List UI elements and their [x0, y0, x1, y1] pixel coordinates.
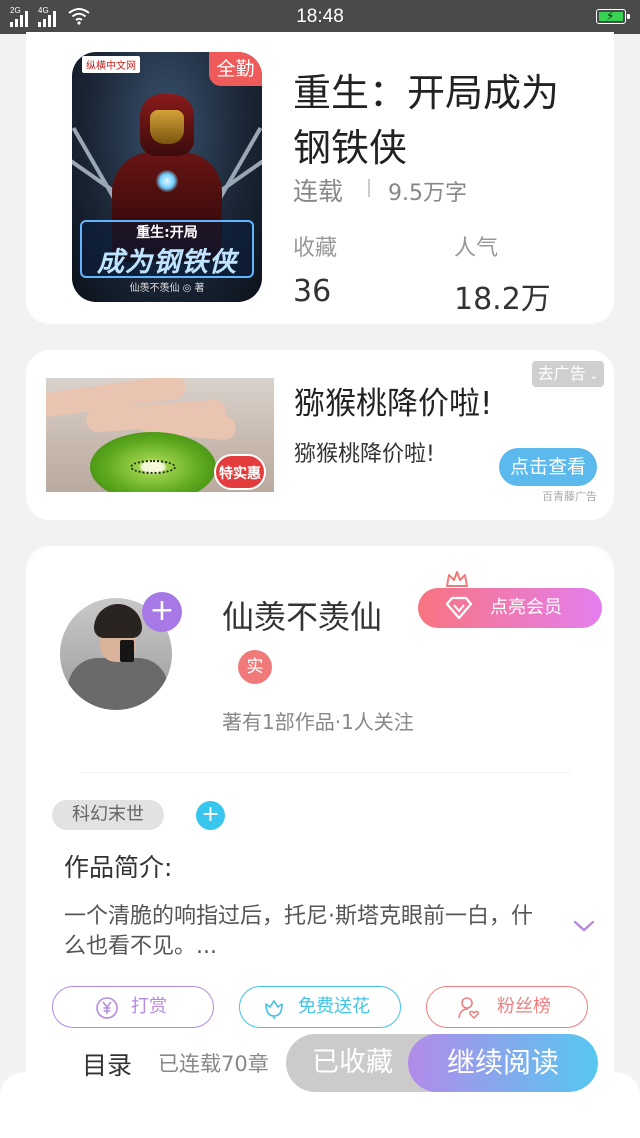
add-tag-icon[interactable]: + — [196, 801, 225, 830]
tip-button[interactable]: 打赏 — [52, 986, 214, 1028]
author-work-card: + 仙羡不羡仙 实 点亮会员 著有1部作品·1人关注 科幻末世 + 作品简介: … — [26, 546, 614, 1106]
author-name[interactable]: 仙羡不羡仙 — [222, 592, 382, 638]
status-time: 18:48 — [296, 6, 344, 27]
remove-ad-label: 去广告 — [537, 364, 586, 383]
bottom-action-bar: 目录 已连载70章 已收藏 继续阅读 — [46, 1034, 598, 1092]
chevron-down-icon: ⌄ — [585, 369, 599, 382]
fan-ranking-button[interactable]: 粉丝榜 — [426, 986, 588, 1028]
follow-plus-icon[interactable]: + — [142, 592, 182, 632]
ad-image[interactable]: 特实惠 — [46, 378, 274, 492]
yuan-icon — [96, 997, 118, 1019]
ad-card[interactable]: 特实惠 猕猴桃降价啦! 猕猴桃降价啦! 去广告 ⌄ 点击查看 百青藤广告 — [26, 350, 614, 520]
cover-publisher-logo: 纵横中文网 — [82, 56, 140, 73]
chevron-down-icon[interactable] — [572, 918, 596, 934]
book-title: 重生：开局成为钢铁侠 — [293, 71, 560, 170]
cover-author: 仙羡不羡仙 ◎ 著 — [129, 283, 205, 294]
intro-title: 作品简介: — [64, 853, 173, 882]
toc-button[interactable]: 目录 — [82, 1046, 132, 1082]
collect-count: 36 — [293, 274, 332, 309]
genre-tag[interactable]: 科幻末世 — [52, 800, 164, 830]
ad-view-button[interactable]: 点击查看 — [499, 448, 597, 486]
chapter-count[interactable]: 已连载70章 — [158, 1048, 269, 1078]
continue-reading-button[interactable]: 继续阅读 — [408, 1034, 598, 1092]
vip-button[interactable]: 点亮会员 — [418, 588, 602, 628]
author-meta: 著有1部作品·1人关注 — [222, 710, 414, 734]
ad-source: 百青藤广告 — [542, 490, 597, 503]
book-status: 连载 — [293, 177, 344, 206]
user-heart-icon — [458, 997, 480, 1020]
ad-description: 猕猴桃降价啦! — [294, 442, 435, 467]
status-bar: 2G 4G 18:48 ⚡ — [0, 0, 640, 34]
popularity-label: 人气 — [454, 236, 499, 261]
tip-label: 打赏 — [131, 996, 167, 1017]
fan-ranking-label: 粉丝榜 — [497, 996, 551, 1017]
section-divider — [80, 772, 570, 773]
vip-label: 点亮会员 — [490, 597, 562, 618]
ad-sticker: 特实惠 — [214, 454, 266, 490]
book-word-count: 9.5万字 — [388, 181, 467, 206]
status-divider — [368, 179, 370, 197]
intro-text: 一个清脆的响指过后，托尼·斯塔克眼前一白，什么也看不见。... — [64, 904, 533, 959]
free-flower-button[interactable]: 免费送花 — [239, 986, 401, 1028]
verified-badge: 实 — [238, 650, 272, 684]
remove-ad-button[interactable]: 去广告 ⌄ — [532, 361, 604, 387]
cover-title-top: 重生:开局 — [136, 225, 198, 241]
popularity-count: 18.2万 — [454, 282, 551, 317]
book-cover[interactable]: 纵横中文网 重生:开局 成为钢铁侠 仙羡不羡仙 ◎ 著 — [72, 52, 262, 302]
ad-title: 猕猴桃降价啦! — [294, 386, 493, 422]
full-attendance-badge: 全勤 — [209, 52, 262, 86]
diamond-icon — [445, 596, 473, 620]
book-info-card: 纵横中文网 重生:开局 成为钢铁侠 仙羡不羡仙 ◎ 著 全勤 重生：开局成为钢铁… — [26, 32, 614, 324]
collect-label: 收藏 — [293, 236, 338, 261]
flower-icon — [265, 1000, 283, 1019]
free-flower-label: 免费送花 — [298, 996, 370, 1017]
battery-charging-icon: ⚡ — [596, 9, 630, 24]
cover-title-main: 成为钢铁侠 — [97, 247, 237, 278]
